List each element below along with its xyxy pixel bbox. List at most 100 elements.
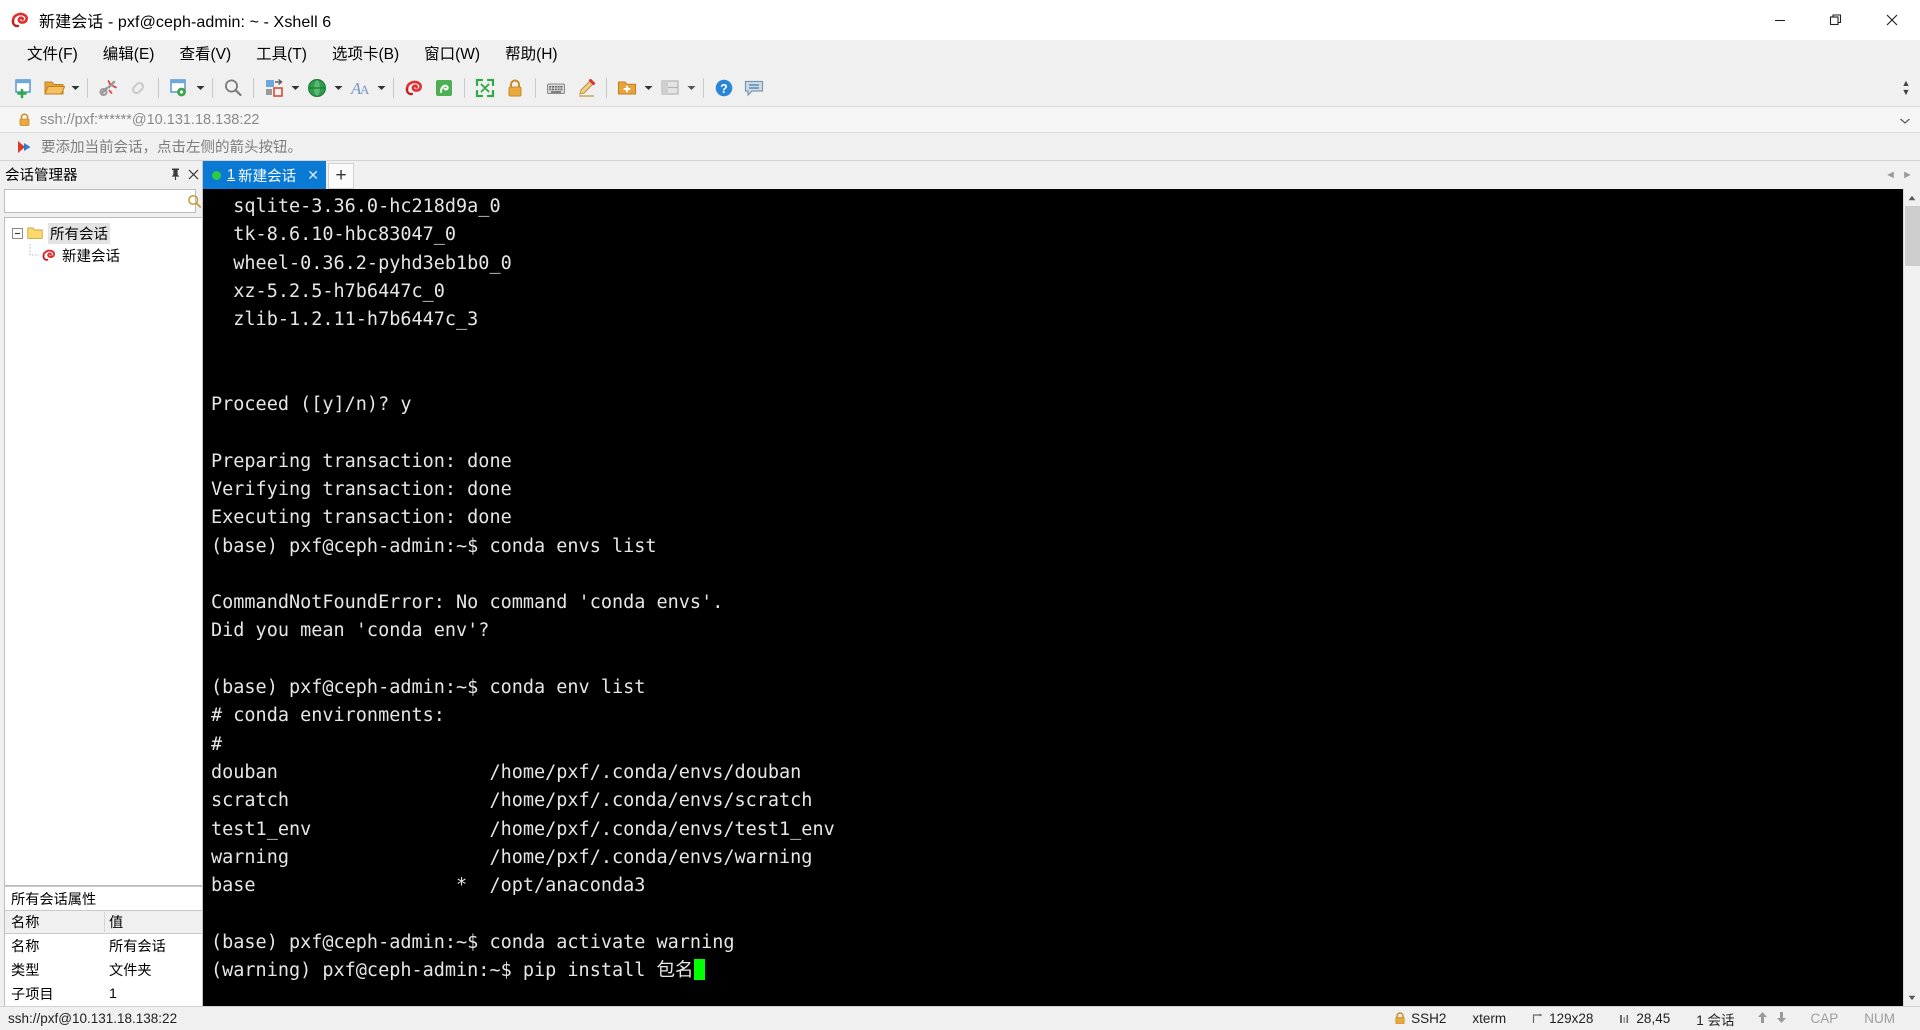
tab-navigation: ◄ ► — [1882, 161, 1920, 189]
status-cap: CAP — [1810, 1011, 1839, 1026]
menu-view[interactable]: 查看(V) — [168, 43, 242, 67]
tab-scroll-right-icon[interactable]: ► — [1899, 164, 1916, 186]
terminal-line: douban /home/pxf/.conda/envs/douban — [211, 761, 802, 783]
maximize-restore-button[interactable] — [1808, 0, 1864, 40]
open-folder-icon[interactable] — [39, 73, 69, 103]
scrollbar-thumb[interactable] — [1904, 206, 1920, 266]
panel-layout-dropdown-icon[interactable] — [685, 73, 698, 103]
menu-help[interactable]: 帮助(H) — [494, 43, 569, 67]
session-properties-dropdown-icon[interactable] — [194, 73, 207, 103]
terminal-command-text: (warning) pxf@ceph-admin:~$ pip install … — [211, 960, 694, 982]
session-properties-icon[interactable] — [164, 73, 194, 103]
lock-icon[interactable] — [500, 73, 530, 103]
scroll-up-icon[interactable] — [1903, 189, 1920, 206]
tree-expander-icon[interactable] — [9, 225, 25, 241]
xftp-icon[interactable] — [429, 73, 459, 103]
menu-tabs[interactable]: 选项卡(B) — [321, 43, 410, 67]
status-cursor-label: 28,45 — [1636, 1011, 1671, 1026]
font-dropdown-icon[interactable] — [375, 73, 388, 103]
minimize-button[interactable] — [1752, 0, 1808, 40]
session-manager-panel: 会话管理器 所有会话 新建会话 所有会话属性 名称 值 名称 所有会话 类型 文… — [0, 161, 203, 1006]
terminal-screen[interactable]: sqlite-3.36.0-hc218d9a_0 tk-8.6.10-hbc83… — [203, 189, 1903, 1006]
properties-col-name: 名称 — [5, 912, 105, 932]
session-manager-header: 会话管理器 — [0, 161, 202, 187]
toolbar-separator — [606, 78, 607, 98]
status-protocol-label: SSH2 — [1411, 1011, 1447, 1026]
terminal-line: Proceed ([y]/n)? y — [211, 394, 412, 416]
fullscreen-icon[interactable] — [470, 73, 500, 103]
tab-close-icon[interactable]: ✕ — [306, 167, 320, 184]
table-row[interactable]: 子项目 1 — [5, 982, 202, 1006]
new-session-icon[interactable] — [9, 73, 39, 103]
toolbar: A A ? ▲ ▼ — [0, 70, 1920, 106]
help-icon[interactable]: ? — [709, 73, 739, 103]
font-icon[interactable]: A A — [345, 73, 375, 103]
globe-dropdown-icon[interactable] — [332, 73, 345, 103]
search-input[interactable] — [5, 191, 187, 211]
table-row[interactable]: 类型 文件夹 — [5, 958, 202, 982]
main-body: 会话管理器 所有会话 新建会话 所有会话属性 名称 值 名称 所有会话 类型 文… — [0, 161, 1920, 1006]
tree-item-new-session[interactable]: 新建会话 — [5, 244, 202, 266]
menu-window[interactable]: 窗口(W) — [413, 43, 491, 67]
menu-file[interactable]: 文件(F) — [16, 43, 89, 67]
panel-layout-icon[interactable] — [655, 73, 685, 103]
xshell-session-icon — [41, 247, 57, 263]
terminal-line: tk-8.6.10-hbc83047_0 — [211, 224, 457, 246]
tab-new-session[interactable]: 1 新建会话 ✕ — [203, 161, 327, 189]
terminal-line: wheel-0.36.2-pyhd3eb1b0_0 — [211, 252, 512, 274]
xshell-logo-icon — [9, 9, 31, 31]
session-search-box[interactable] — [4, 189, 202, 213]
disconnect-icon[interactable] — [93, 73, 123, 103]
xshell-icon[interactable] — [399, 73, 429, 103]
notice-bar: 要添加当前会话，点击左侧的箭头按钮。 — [0, 133, 1920, 161]
folder-add-dropdown-icon[interactable] — [642, 73, 655, 103]
terminal-line: scratch /home/pxf/.conda/envs/scratch — [211, 790, 813, 812]
status-terminal-type: xterm — [1472, 1011, 1507, 1026]
add-tab-button[interactable]: + — [328, 163, 355, 189]
terminal-line: # conda environments: — [211, 705, 445, 727]
toolbar-overflow-icon[interactable]: ▲ ▼ — [1898, 70, 1914, 106]
menu-tools[interactable]: 工具(T) — [245, 43, 318, 67]
toolbar-separator — [464, 78, 465, 98]
close-button[interactable] — [1864, 0, 1920, 40]
chevron-down-icon[interactable] — [1900, 107, 1910, 134]
tab-strip: 1 新建会话 ✕ + ◄ ► — [203, 161, 1920, 189]
terminal-line: CommandNotFoundError: No command 'conda … — [211, 592, 724, 614]
toolbar-separator — [158, 78, 159, 98]
tab-scroll-left-icon[interactable]: ◄ — [1882, 164, 1899, 186]
folder-add-icon[interactable] — [612, 73, 642, 103]
terminal-prompt-line[interactable]: (warning) pxf@ceph-admin:~$ pip install … — [211, 957, 1903, 985]
tree-item-all-sessions[interactable]: 所有会话 — [5, 222, 202, 244]
globe-icon[interactable] — [302, 73, 332, 103]
terminal-line: xz-5.2.5-h7b6447c_0 — [211, 280, 445, 302]
session-tree[interactable]: 所有会话 新建会话 — [4, 217, 202, 886]
close-panel-button[interactable] — [184, 164, 202, 184]
highlight-icon[interactable] — [571, 73, 601, 103]
status-bar: ssh://pxf@10.131.18.138:22 SSH2 xterm 12… — [0, 1006, 1920, 1030]
open-folder-dropdown-icon[interactable] — [69, 73, 82, 103]
svg-text:?: ? — [720, 82, 728, 96]
upload-arrow-icon — [1757, 1011, 1768, 1027]
toolbar-overflow-caret-down: ▼ — [1901, 87, 1911, 97]
reconnect-icon[interactable] — [123, 73, 153, 103]
find-icon[interactable] — [218, 73, 248, 103]
status-protocol: SSH2 — [1381, 1011, 1459, 1026]
feedback-icon[interactable] — [739, 73, 769, 103]
menu-edit[interactable]: 编辑(E) — [92, 43, 166, 67]
table-row[interactable]: 名称 所有会话 — [5, 934, 202, 958]
title-bar: 新建会话 - pxf@ceph-admin: ~ - Xshell 6 — [0, 0, 1920, 40]
scroll-down-icon[interactable] — [1903, 989, 1920, 1006]
terminal-line: # — [211, 733, 223, 755]
keyboard-icon[interactable] — [541, 73, 571, 103]
terminal-scrollbar[interactable] — [1903, 189, 1920, 1006]
layout-icon[interactable] — [259, 73, 289, 103]
scrollbar-track[interactable] — [1903, 206, 1920, 989]
terminal-line: warning /home/pxf/.conda/envs/warning — [211, 846, 813, 868]
layout-dropdown-icon[interactable] — [289, 73, 302, 103]
search-icon[interactable] — [187, 194, 202, 209]
pin-panel-button[interactable] — [166, 164, 184, 184]
address-bar[interactable]: ssh://pxf:******@10.131.18.138:22 — [0, 106, 1920, 133]
toolbar-separator — [253, 78, 254, 98]
